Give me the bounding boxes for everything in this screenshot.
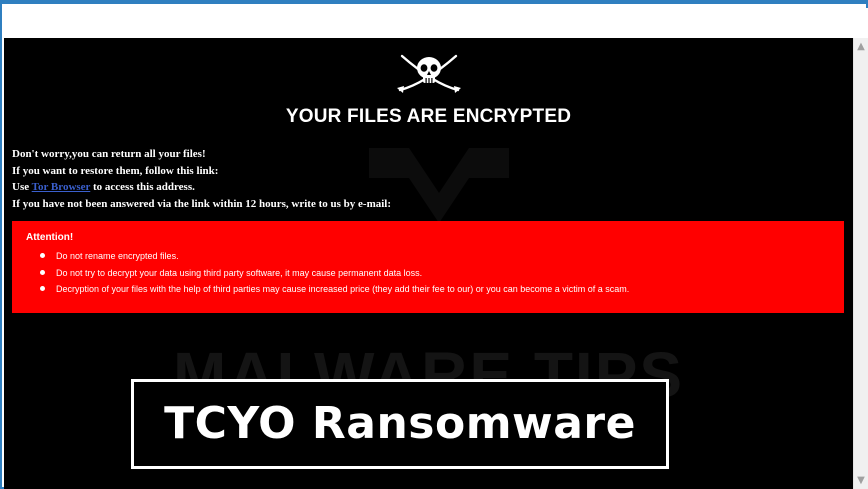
instruction-suffix: to access this address. bbox=[90, 181, 195, 193]
bullet-icon bbox=[40, 269, 45, 275]
scroll-up-arrow-icon[interactable]: ▲ bbox=[854, 38, 868, 55]
banner-title: TCYO Ransomware bbox=[164, 398, 636, 449]
page-title: YOUR FILES ARE ENCRYPTED bbox=[285, 106, 572, 127]
attention-item: Do not try to decrypt your data using th… bbox=[30, 265, 629, 282]
attention-item-text: Do not try to decrypt your data using th… bbox=[56, 267, 423, 278]
attention-title: Attention! bbox=[26, 232, 74, 243]
bullet-icon bbox=[40, 286, 45, 291]
scroll-down-arrow-icon[interactable]: ▼ bbox=[854, 472, 868, 489]
attention-item-text: Decryption of your files with the help o… bbox=[56, 284, 630, 294]
skull-crossed-swords-icon bbox=[397, 54, 461, 93]
browser-window: MALWARE TIPS YOUR FILES ARE ENCRYPTED Do… bbox=[0, 0, 868, 489]
attention-item: Do not rename encrypted files. bbox=[30, 248, 629, 265]
attention-item: Decryption of your files with the help o… bbox=[30, 281, 629, 298]
window-titlebar bbox=[4, 8, 868, 38]
attention-item-text: Do not rename encrypted files. bbox=[56, 251, 179, 261]
ransom-note-page: MALWARE TIPS YOUR FILES ARE ENCRYPTED Do… bbox=[4, 38, 853, 489]
bullet-icon bbox=[40, 253, 45, 258]
instruction-line-tor: Use Tor Browser to access this address. bbox=[12, 179, 832, 196]
ransomware-name-banner: TCYO Ransomware bbox=[131, 379, 669, 469]
vertical-scrollbar[interactable]: ▲ ▼ bbox=[853, 38, 868, 489]
instruction-prefix: Use bbox=[12, 181, 32, 193]
tor-browser-link[interactable]: Tor Browser bbox=[32, 181, 91, 193]
instruction-line: Don't worry,you can return all your file… bbox=[12, 148, 206, 160]
instruction-line: If you have not been answered via the li… bbox=[12, 197, 392, 210]
attention-list: Do not rename encrypted files. Do not tr… bbox=[30, 248, 629, 298]
attention-box: Attention! Do not rename encrypted files… bbox=[12, 221, 844, 313]
instruction-line: If you want to restore them, follow this… bbox=[12, 164, 219, 177]
instructions-block: Don't worry,you can return all your file… bbox=[12, 146, 832, 212]
